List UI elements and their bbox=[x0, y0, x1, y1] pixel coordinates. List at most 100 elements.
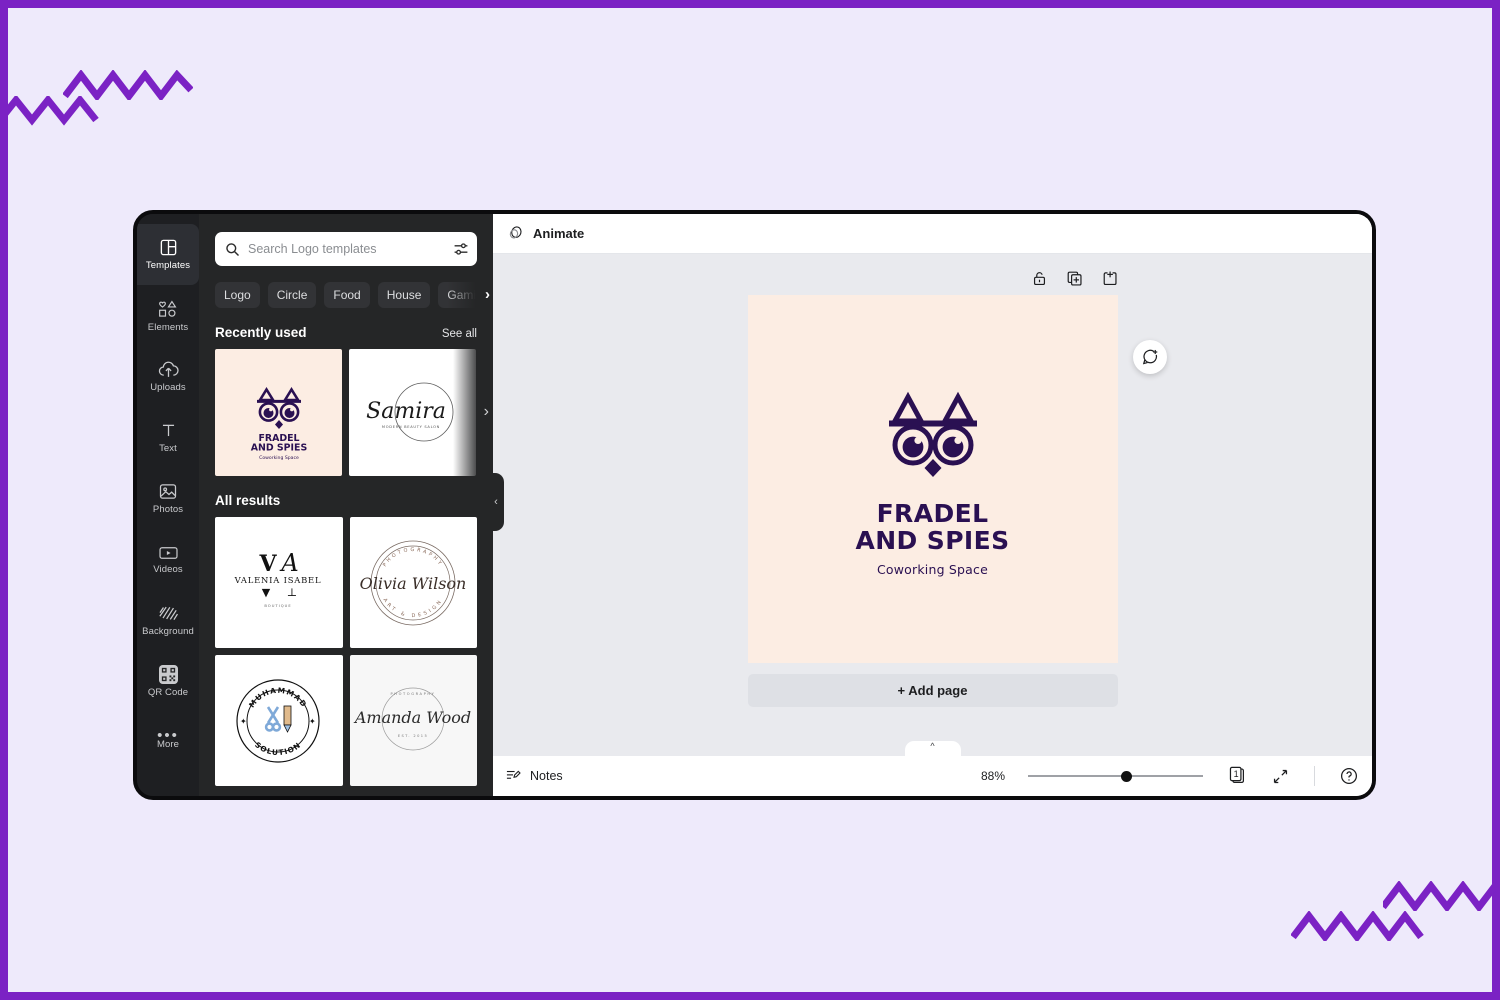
rail-item-photos[interactable]: Photos bbox=[137, 468, 199, 529]
svg-text:MUHAMMAD: MUHAMMAD bbox=[247, 685, 309, 709]
rail-item-text[interactable]: Text bbox=[137, 407, 199, 468]
rail-item-more[interactable]: ••• More bbox=[137, 712, 199, 773]
videos-icon bbox=[158, 545, 179, 561]
chip-circle[interactable]: Circle bbox=[267, 282, 317, 308]
search-icon bbox=[225, 242, 240, 257]
templates-icon bbox=[159, 238, 178, 257]
logo-subtitle: Coworking Space bbox=[876, 562, 989, 577]
slider-track bbox=[1028, 775, 1203, 777]
owl-logo-icon bbox=[875, 381, 991, 489]
template-thumbnail-muhammad-solution[interactable]: MUHAMMAD SOLUTION ✦ ✦ bbox=[215, 655, 343, 786]
svg-text:✦: ✦ bbox=[309, 717, 316, 726]
all-results-grid: V A VALENIA ISABEL ▼ ⊥ BOUTIQUE PHOTOGRA… bbox=[215, 517, 477, 786]
help-circle-icon[interactable] bbox=[1340, 767, 1358, 785]
template-thumbnail-olivia-wilson[interactable]: PHOTOGRAPHY ART & DESIGN Olivia Wilson bbox=[349, 517, 477, 648]
rail-label: Photos bbox=[152, 504, 184, 515]
chip-food[interactable]: Food bbox=[324, 282, 370, 308]
svg-text:PHOTOGRAPHY: PHOTOGRAPHY bbox=[390, 692, 435, 696]
template-thumbnail-fradel-and-spies[interactable]: FRADEL AND SPIES Coworking Space bbox=[215, 349, 342, 476]
rail-label: Templates bbox=[145, 260, 191, 271]
rail-label: Uploads bbox=[150, 382, 186, 393]
all-results-header: All results bbox=[215, 493, 477, 508]
zigzag-decoration-top-left-lower bbox=[8, 96, 99, 126]
rail-item-elements[interactable]: Elements bbox=[137, 285, 199, 346]
rail-label: Videos bbox=[153, 563, 183, 575]
chevron-right-icon[interactable]: › bbox=[484, 403, 489, 421]
stage-collapse-handle[interactable]: ^ bbox=[904, 741, 961, 756]
template-thumbnail-samira[interactable]: Samira MODERN BEAUTY SALON bbox=[349, 349, 476, 476]
svg-text:⊥: ⊥ bbox=[287, 586, 297, 599]
svg-text:SOLUTION: SOLUTION bbox=[253, 740, 303, 757]
logo-title-line2: AND SPIES bbox=[855, 526, 1010, 555]
editor-topbar: Animate bbox=[493, 214, 1372, 254]
section-title: Recently used bbox=[215, 325, 307, 340]
page-tools bbox=[748, 270, 1118, 287]
add-page-icon[interactable] bbox=[1101, 270, 1118, 287]
search-bar[interactable] bbox=[215, 232, 477, 266]
svg-text:Amanda Wood: Amanda Wood bbox=[353, 708, 471, 727]
rail-label: Elements bbox=[147, 321, 189, 333]
screenshot-root: Templates Elements Uploads Text Photos V… bbox=[0, 0, 1500, 1000]
animate-icon bbox=[507, 225, 524, 242]
rail-item-qr-code[interactable]: QR Code bbox=[137, 651, 199, 712]
zoom-percentage: 88% bbox=[980, 769, 1005, 783]
category-chip-row: Logo Circle Food House Gaming › bbox=[215, 278, 493, 314]
editor-bottombar: Notes 88% 1 bbox=[493, 756, 1372, 796]
template-thumbnail-amanda-wood[interactable]: PHOTOGRAPHY Amanda Wood EST. 2015 bbox=[349, 655, 477, 786]
svg-text:A: A bbox=[280, 549, 299, 577]
rail-item-templates[interactable]: Templates bbox=[137, 224, 199, 285]
chevron-up-icon: ^ bbox=[930, 741, 935, 751]
svg-text:VALENIA ISABEL: VALENIA ISABEL bbox=[234, 575, 322, 585]
design-canvas[interactable]: FRADEL AND SPIES Coworking Space bbox=[747, 295, 1118, 663]
uploads-icon bbox=[158, 360, 179, 379]
add-page-button[interactable]: + Add page bbox=[747, 674, 1118, 707]
section-title: All results bbox=[215, 493, 281, 508]
comment-add-icon[interactable] bbox=[1133, 340, 1167, 374]
zoom-slider[interactable] bbox=[1028, 769, 1203, 783]
svg-text:✦: ✦ bbox=[240, 717, 247, 726]
see-all-link[interactable]: See all bbox=[442, 328, 477, 340]
svg-text:Coworking Space: Coworking Space bbox=[259, 455, 299, 461]
slider-knob[interactable] bbox=[1120, 770, 1132, 782]
filter-sliders-icon[interactable] bbox=[453, 241, 469, 257]
svg-text:Olivia Wilson: Olivia Wilson bbox=[359, 574, 466, 593]
canvas-stage: FRADEL AND SPIES Coworking Space + Add p… bbox=[493, 254, 1372, 756]
templates-panel: Logo Circle Food House Gaming › Recently… bbox=[199, 214, 493, 796]
chevron-right-icon[interactable]: › bbox=[485, 286, 490, 303]
text-icon bbox=[159, 421, 178, 440]
animate-label[interactable]: Animate bbox=[533, 226, 584, 241]
pages-icon[interactable]: 1 bbox=[1228, 766, 1247, 786]
template-thumbnail-valenia-isabel[interactable]: V A VALENIA ISABEL ▼ ⊥ BOUTIQUE bbox=[215, 517, 343, 648]
notes-label[interactable]: Notes bbox=[530, 769, 563, 783]
rail-item-uploads[interactable]: Uploads bbox=[137, 346, 199, 407]
chip-house[interactable]: House bbox=[377, 282, 431, 308]
qrcode-icon bbox=[158, 665, 178, 684]
svg-text:V: V bbox=[259, 551, 278, 577]
expand-arrows-icon[interactable] bbox=[1272, 768, 1289, 785]
svg-text:AND SPIES: AND SPIES bbox=[250, 442, 307, 453]
search-input[interactable] bbox=[248, 242, 445, 256]
canva-editor-window: Templates Elements Uploads Text Photos V… bbox=[133, 210, 1376, 800]
svg-text:Samira: Samira bbox=[366, 399, 446, 424]
svg-text:BOUTIQUE: BOUTIQUE bbox=[265, 604, 292, 608]
recently-used-header: Recently used See all bbox=[215, 325, 477, 340]
chip-logo[interactable]: Logo bbox=[215, 282, 260, 308]
rail-label: More bbox=[156, 738, 180, 750]
rail-item-background[interactable]: Background bbox=[137, 590, 199, 651]
zigzag-decoration-bottom-right-upper bbox=[1383, 881, 1500, 911]
chevron-left-icon: ‹ bbox=[494, 496, 498, 508]
rail-label: QR Code bbox=[147, 687, 189, 698]
editor-area: Animate FRADEL AND SPIES Coworking Space… bbox=[493, 214, 1372, 796]
duplicate-page-icon[interactable] bbox=[1066, 270, 1083, 287]
rail-label: Text bbox=[159, 443, 177, 454]
background-icon bbox=[158, 604, 178, 623]
svg-text:EST. 2015: EST. 2015 bbox=[398, 734, 428, 738]
notes-icon[interactable] bbox=[505, 768, 521, 784]
svg-text:MODERN BEAUTY SALON: MODERN BEAUTY SALON bbox=[381, 425, 439, 429]
panel-collapse-handle[interactable]: ‹ bbox=[488, 473, 504, 531]
rail-item-videos[interactable]: Videos bbox=[137, 529, 199, 590]
zigzag-decoration-bottom-right-lower bbox=[1291, 911, 1424, 941]
elements-icon bbox=[157, 299, 179, 319]
lock-icon[interactable] bbox=[1031, 270, 1048, 287]
left-rail: Templates Elements Uploads Text Photos V… bbox=[137, 214, 199, 796]
